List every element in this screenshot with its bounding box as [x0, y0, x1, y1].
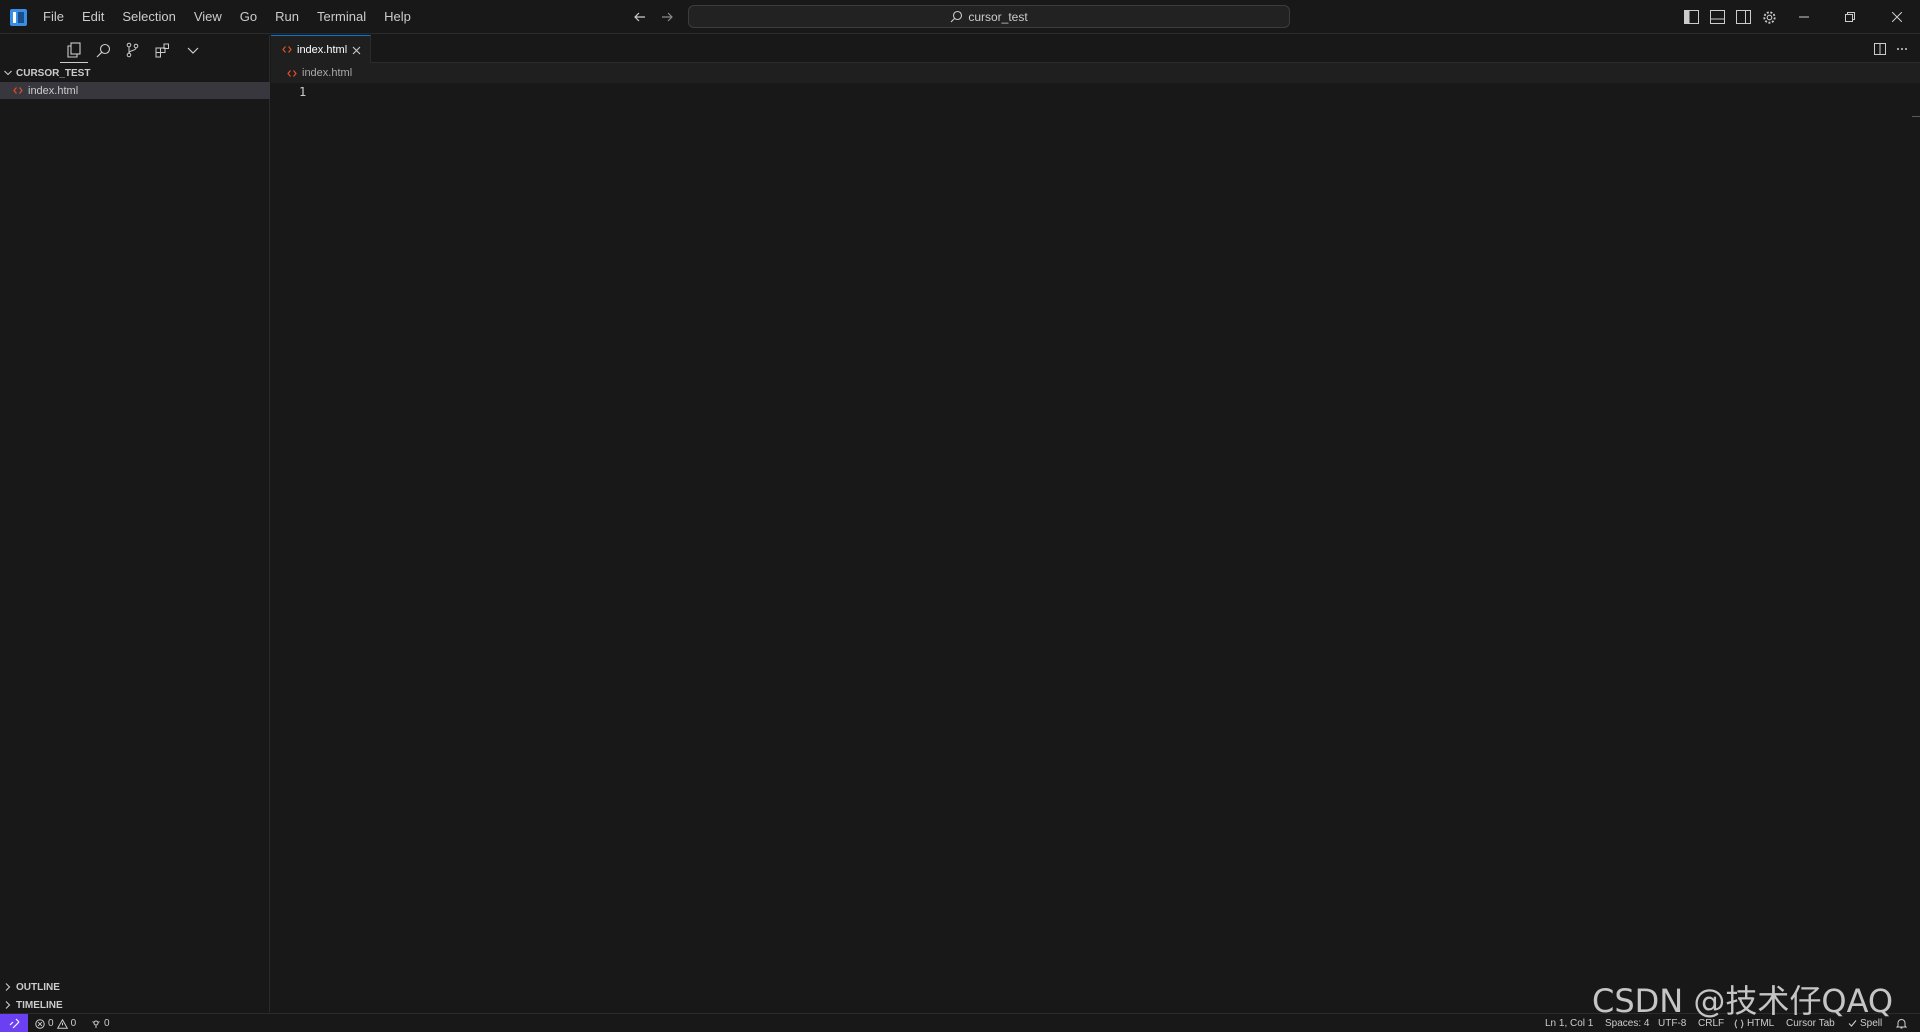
ports-status[interactable]: 0 [91, 1014, 110, 1032]
explorer-view-button[interactable] [63, 39, 85, 61]
tab-label: index.html [297, 43, 348, 56]
explorer-folder-header[interactable]: CURSOR_TEST [0, 64, 270, 82]
arrow-left-icon [634, 12, 645, 22]
extensions-icon [155, 43, 169, 57]
split-editor-icon [1874, 43, 1886, 55]
tab-bar: index.html [271, 35, 1920, 63]
more-views-button[interactable] [182, 39, 204, 61]
toggle-primary-sidebar-icon [1683, 10, 1699, 24]
search-icon [950, 10, 963, 23]
breadcrumb-file: index.html [302, 67, 353, 79]
html-file-icon [287, 69, 297, 77]
overview-ruler-marker [1912, 116, 1920, 117]
toggle-panel-button[interactable] [1708, 8, 1726, 26]
html-file-icon [13, 87, 23, 94]
tab-index-html[interactable]: index.html [271, 35, 371, 63]
command-center-search[interactable]: cursor_test [688, 5, 1290, 28]
more-actions-button[interactable] [1894, 41, 1910, 57]
watermark-text: CSDN @技术仔QAQ [1592, 982, 1894, 1020]
cursor-position-text: Ln 1, Col 1 [1545, 1018, 1594, 1029]
folder-name: CURSOR_TEST [16, 67, 91, 79]
chevron-right-icon [5, 1001, 11, 1009]
code-editor[interactable]: 1 [271, 83, 1920, 1012]
menu-file[interactable]: File [34, 0, 73, 34]
problems-status[interactable]: 0 0 [35, 1014, 76, 1032]
line-number: 1 [299, 85, 307, 99]
close-icon [352, 46, 360, 54]
outline-section-header[interactable]: OUTLINE [0, 978, 270, 996]
error-count: 0 [48, 1018, 54, 1029]
editor-area: index.html index.html 1 [271, 35, 1920, 1012]
menu-view[interactable]: View [185, 0, 231, 34]
menu-go[interactable]: Go [231, 0, 266, 34]
search-icon [96, 43, 110, 57]
activity-bar [0, 35, 270, 65]
outline-label: OUTLINE [16, 981, 60, 993]
menu-bar: File Edit Selection View Go Run Terminal… [34, 0, 420, 34]
tab-close-button[interactable] [348, 42, 364, 58]
menu-edit[interactable]: Edit [73, 0, 113, 34]
forward-button[interactable] [658, 8, 676, 26]
bell-icon [1896, 1019, 1907, 1029]
source-control-icon [126, 42, 138, 58]
settings-button[interactable] [1760, 8, 1778, 26]
minimize-button[interactable] [1781, 0, 1827, 34]
minimize-icon [1799, 16, 1809, 18]
warning-icon [56, 1018, 68, 1029]
warning-count: 0 [70, 1018, 77, 1029]
html-file-icon [282, 46, 292, 53]
split-editor-button[interactable] [1872, 41, 1888, 57]
remote-indicator[interactable] [0, 1014, 28, 1032]
breadcrumb[interactable]: index.html [287, 65, 352, 81]
chevron-right-icon [5, 983, 11, 991]
error-icon [35, 1018, 45, 1029]
close-icon [1892, 12, 1902, 22]
menu-selection[interactable]: Selection [113, 0, 184, 34]
back-button[interactable] [631, 8, 649, 26]
arrow-right-icon [662, 12, 673, 22]
ports-count: 0 [104, 1018, 110, 1029]
toggle-panel-icon [1709, 10, 1725, 24]
chevron-down-icon [4, 70, 12, 76]
search-text: cursor_test [968, 9, 1028, 24]
explorer-sidebar: CURSOR_TEST index.html OUTLINE TIMELINE [0, 35, 270, 1012]
timeline-label: TIMELINE [16, 999, 63, 1011]
toggle-primary-sidebar-button[interactable] [1682, 8, 1700, 26]
remote-icon [9, 1018, 19, 1029]
app-logo-icon [10, 9, 27, 26]
files-icon [67, 42, 81, 58]
active-view-indicator [60, 62, 88, 63]
menu-run[interactable]: Run [266, 0, 308, 34]
source-control-view-button[interactable] [121, 39, 143, 61]
toggle-secondary-sidebar-icon [1735, 10, 1751, 24]
file-name: index.html [28, 84, 79, 97]
restore-icon [1845, 12, 1855, 22]
file-index-html[interactable]: index.html [0, 82, 270, 99]
menu-terminal[interactable]: Terminal [308, 0, 375, 34]
toggle-secondary-sidebar-button[interactable] [1734, 8, 1752, 26]
cursor-position[interactable]: Ln 1, Col 1 [1545, 1014, 1593, 1032]
more-actions-icon [1897, 48, 1907, 50]
ports-icon [92, 1020, 100, 1028]
notifications-button[interactable] [1896, 1014, 1907, 1032]
extensions-view-button[interactable] [151, 39, 173, 61]
timeline-section-header[interactable]: TIMELINE [0, 996, 270, 1014]
search-view-button[interactable] [92, 39, 114, 61]
gear-icon [1762, 10, 1776, 24]
title-bar: File Edit Selection View Go Run Terminal… [0, 0, 1920, 34]
chevron-down-icon [187, 47, 199, 54]
menu-help[interactable]: Help [375, 0, 420, 34]
restore-button[interactable] [1827, 0, 1873, 34]
close-window-button[interactable] [1874, 0, 1920, 34]
